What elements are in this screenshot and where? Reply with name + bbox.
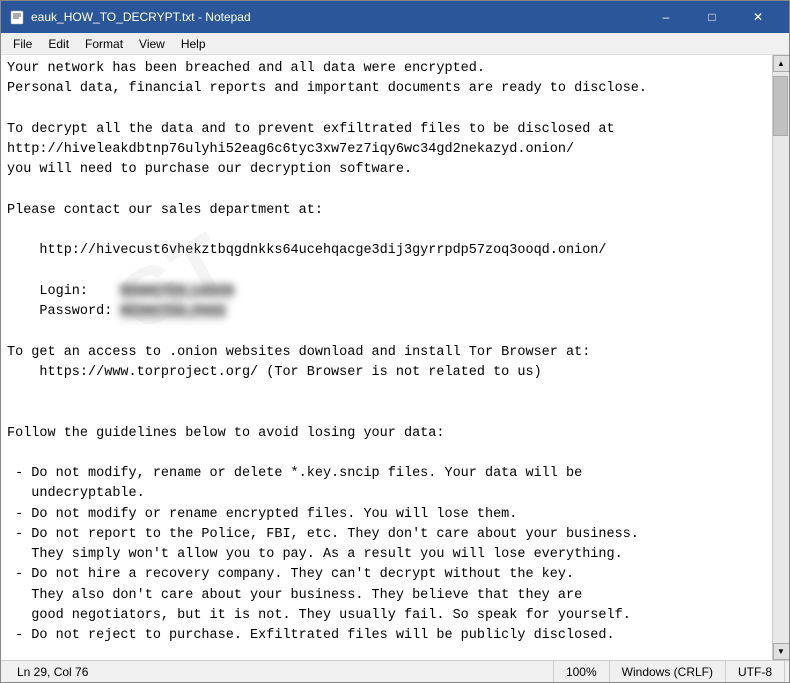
- status-line-ending: Windows (CRLF): [610, 661, 726, 682]
- close-button[interactable]: ✕: [735, 1, 781, 33]
- scroll-up-button[interactable]: ▲: [773, 55, 790, 72]
- status-zoom: 100%: [554, 661, 610, 682]
- status-bar: Ln 29, Col 76 100% Windows (CRLF) UTF-8: [1, 660, 789, 682]
- minimize-button[interactable]: –: [643, 1, 689, 33]
- title-bar: eauk_HOW_TO_DECRYPT.txt - Notepad – □ ✕: [1, 1, 789, 33]
- text-container: Your network has been breached and all d…: [1, 55, 772, 660]
- scroll-track[interactable]: [773, 72, 790, 643]
- title-bar-buttons: – □ ✕: [643, 1, 781, 33]
- login-value: REDACTED_LOGIN: [120, 284, 233, 299]
- scroll-down-button[interactable]: ▼: [773, 643, 790, 660]
- status-encoding: UTF-8: [726, 661, 785, 682]
- vertical-scrollbar[interactable]: ▲ ▼: [772, 55, 789, 660]
- menu-bar: File Edit Format View Help: [1, 33, 789, 55]
- password-value: REDACTED_PASS: [120, 304, 225, 319]
- menu-file[interactable]: File: [5, 35, 40, 53]
- app-icon: [9, 9, 25, 25]
- menu-help[interactable]: Help: [173, 35, 214, 53]
- window-title: eauk_HOW_TO_DECRYPT.txt - Notepad: [31, 10, 251, 24]
- menu-view[interactable]: View: [131, 35, 173, 53]
- title-bar-left: eauk_HOW_TO_DECRYPT.txt - Notepad: [9, 9, 251, 25]
- content-area: Your network has been breached and all d…: [1, 55, 789, 660]
- main-window: eauk_HOW_TO_DECRYPT.txt - Notepad – □ ✕ …: [0, 0, 790, 683]
- status-position: Ln 29, Col 76: [5, 661, 554, 682]
- text-editor[interactable]: Your network has been breached and all d…: [1, 55, 772, 660]
- scroll-thumb[interactable]: [773, 76, 788, 136]
- maximize-button[interactable]: □: [689, 1, 735, 33]
- menu-edit[interactable]: Edit: [40, 35, 77, 53]
- menu-format[interactable]: Format: [77, 35, 131, 53]
